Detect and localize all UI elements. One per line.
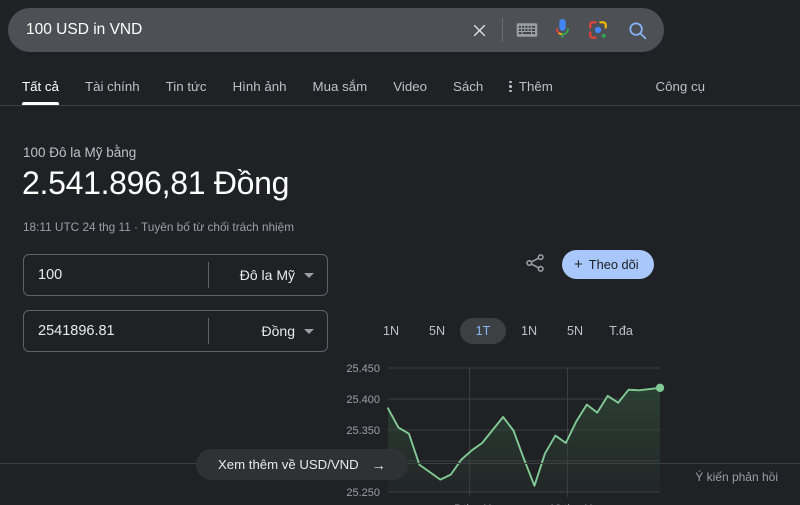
nav-tab-mua-sam[interactable]: Mua sắm bbox=[313, 68, 368, 105]
nav-tools-label: Công cụ bbox=[655, 79, 705, 94]
currency-label-from: Đô la Mỹ bbox=[239, 267, 295, 283]
amount-input-from[interactable]: 100 bbox=[24, 267, 208, 283]
currency-label-to: Đồng bbox=[261, 323, 295, 339]
amount-field-to[interactable]: 2541896.81 Đồng bbox=[23, 310, 328, 352]
nav-tab-label: Mua sắm bbox=[312, 79, 368, 94]
nav-more-label: Thêm bbox=[518, 79, 553, 94]
svg-text:25.450: 25.450 bbox=[346, 363, 380, 375]
feedback-link[interactable]: Ý kiến phản hồi bbox=[695, 470, 778, 484]
more-about-pair-label: Xem thêm về USD/VND bbox=[218, 457, 359, 472]
arrow-right-icon: → bbox=[371, 456, 386, 473]
more-vert-icon bbox=[509, 80, 512, 93]
nav-tab-hinh-anh[interactable]: Hình ảnh bbox=[233, 68, 287, 105]
nav-tab-label: Tất cả bbox=[22, 79, 59, 94]
nav-tab-sach[interactable]: Sách bbox=[453, 68, 483, 105]
chevron-down-icon bbox=[304, 272, 314, 278]
search-divider bbox=[502, 18, 503, 42]
search-input[interactable]: 100 USD in VND bbox=[26, 22, 466, 38]
keyboard-icon[interactable] bbox=[516, 19, 538, 41]
clear-icon[interactable] bbox=[466, 17, 492, 43]
converter-timestamp: 18:11 UTC 24 thg 11 · Tuyên bố từ chối t… bbox=[23, 220, 295, 234]
nav-tab-video[interactable]: Video bbox=[393, 68, 427, 105]
nav-tab-label: Video bbox=[393, 79, 428, 94]
search-bar[interactable]: 100 USD in VND bbox=[8, 8, 664, 52]
nav-tab-list: Tất cả Tài chính Tin tức Hình ảnh Mua sắ… bbox=[0, 68, 579, 105]
currency-select-to[interactable]: Đồng bbox=[209, 323, 327, 339]
chevron-down-icon bbox=[304, 328, 314, 334]
nav-tab-label: Sách bbox=[453, 79, 484, 94]
nav-tab-tat-ca[interactable]: Tất cả bbox=[22, 68, 59, 105]
nav-tab-tin-tuc[interactable]: Tin tức bbox=[166, 68, 207, 105]
nav-tab-label: Hình ảnh bbox=[232, 79, 287, 94]
microphone-icon[interactable] bbox=[552, 18, 572, 42]
more-about-pair-button[interactable]: Xem thêm về USD/VND → bbox=[196, 449, 408, 480]
nav-tab-label: Tin tức bbox=[165, 79, 207, 94]
nav-tools-button[interactable]: Công cụ bbox=[655, 68, 800, 105]
nav-tab-label: Tài chính bbox=[84, 79, 140, 94]
svg-text:25.400: 25.400 bbox=[346, 394, 380, 406]
currency-select-from[interactable]: Đô la Mỹ bbox=[209, 267, 327, 283]
converter-result: 2.541.896,81 Đồng bbox=[22, 165, 290, 201]
google-lens-icon[interactable] bbox=[587, 19, 609, 41]
converter-subtitle: 100 Đô la Mỹ bằng bbox=[23, 145, 137, 160]
nav-more-button[interactable]: Thêm bbox=[509, 79, 553, 94]
svg-text:25.350: 25.350 bbox=[346, 425, 380, 437]
search-icon[interactable] bbox=[626, 19, 648, 41]
svg-text:25.250: 25.250 bbox=[346, 487, 380, 499]
nav-tabs: Tất cả Tài chính Tin tức Hình ảnh Mua sắ… bbox=[0, 68, 800, 106]
nav-tab-tai-chinh[interactable]: Tài chính bbox=[85, 68, 140, 105]
amount-input-to[interactable]: 2541896.81 bbox=[24, 323, 208, 339]
amount-field-from[interactable]: 100 Đô la Mỹ bbox=[23, 254, 328, 296]
